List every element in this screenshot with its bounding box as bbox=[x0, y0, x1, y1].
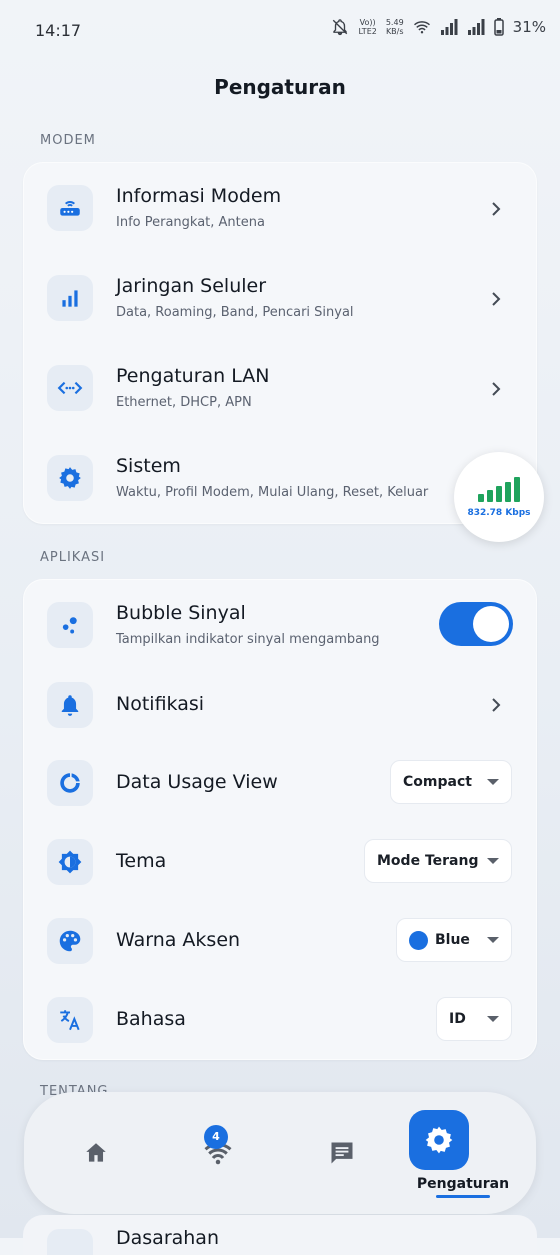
bubble-icon bbox=[47, 602, 93, 648]
section-label-modem: MODEM bbox=[40, 133, 96, 148]
settings-item-notifikasi[interactable]: Notifikasi bbox=[23, 665, 537, 745]
settings-item-informasi-modem[interactable]: Informasi Modem Info Perangkat, Antena bbox=[23, 168, 537, 248]
caret-down-icon bbox=[487, 937, 499, 943]
tema-dropdown[interactable]: Mode Terang bbox=[364, 839, 512, 883]
wifi-status-icon bbox=[413, 21, 430, 34]
settings-item-bahasa: Bahasa ID bbox=[23, 980, 537, 1060]
row-subtitle: Tampilkan indikator sinyal mengambang bbox=[116, 632, 380, 647]
lan-icon bbox=[47, 365, 93, 411]
chevron-right-icon bbox=[492, 292, 501, 306]
row-title: Data Usage View bbox=[116, 771, 278, 793]
gear-icon bbox=[425, 1126, 453, 1154]
settings-item-bubble-sinyal: Bubble Sinyal Tampilkan indikator sinyal… bbox=[23, 585, 537, 665]
row-title: Notifikasi bbox=[116, 693, 205, 715]
row-subtitle: Data, Roaming, Band, Pencari Sinyal bbox=[116, 305, 354, 320]
caret-down-icon bbox=[487, 1016, 499, 1022]
translate-icon bbox=[47, 997, 93, 1043]
page-title: Pengaturan bbox=[214, 75, 346, 99]
donut-chart-icon bbox=[47, 760, 93, 806]
wifi-badge: 4 bbox=[204, 1125, 228, 1149]
row-title: Informasi Modem bbox=[116, 185, 282, 207]
bell-icon bbox=[47, 682, 93, 728]
row-title: Bubble Sinyal bbox=[116, 602, 246, 624]
color-swatch bbox=[409, 930, 428, 950]
row-title: Tema bbox=[116, 850, 167, 872]
bahasa-dropdown[interactable]: ID bbox=[436, 997, 512, 1041]
status-icons: Vo)) LTE2 5.49 KB/s 31% bbox=[331, 18, 546, 36]
caret-down-icon bbox=[487, 858, 499, 864]
aplikasi-card: Bubble Sinyal Tampilkan indikator sinyal… bbox=[23, 579, 537, 1060]
home-icon bbox=[86, 1143, 106, 1162]
message-icon bbox=[331, 1142, 353, 1164]
dropdown-value: Compact bbox=[403, 774, 472, 790]
network-speed: 5.49 KB/s bbox=[385, 18, 404, 36]
battery-icon bbox=[493, 18, 504, 36]
row-subtitle: Info Perangkat, Antena bbox=[116, 215, 265, 230]
palette-icon bbox=[47, 918, 93, 964]
settings-item-jaringan-seluler[interactable]: Jaringan Seluler Data, Roaming, Band, Pe… bbox=[23, 258, 537, 338]
gear-icon bbox=[47, 455, 93, 501]
dropdown-value: Blue bbox=[435, 932, 470, 948]
nav-settings[interactable] bbox=[409, 1110, 469, 1170]
tentang-card-peek: Dasarahan bbox=[23, 1215, 537, 1255]
data-usage-view-dropdown[interactable]: Compact bbox=[390, 760, 512, 804]
settings-item-warna-aksen: Warna Aksen Blue bbox=[23, 901, 537, 981]
signal-strength-icon bbox=[478, 477, 520, 502]
section-label-aplikasi: APLIKASI bbox=[40, 550, 106, 565]
modem-card: Informasi Modem Info Perangkat, Antena J… bbox=[23, 162, 537, 524]
volte-indicator: Vo)) LTE2 bbox=[358, 18, 377, 36]
signal-bars-icon bbox=[47, 275, 93, 321]
status-time: 14:17 bbox=[35, 21, 82, 40]
battery-percent: 31% bbox=[512, 18, 546, 36]
bubble-sinyal-toggle[interactable] bbox=[439, 602, 513, 646]
settings-item-data-usage-view: Data Usage View Compact bbox=[23, 743, 537, 823]
floating-signal-bubble[interactable]: 832.78 Kbps bbox=[454, 452, 544, 542]
warna-aksen-dropdown[interactable]: Blue bbox=[396, 918, 512, 962]
router-icon bbox=[47, 185, 93, 231]
status-bar: 14:17 Vo)) LTE2 5.49 KB/s 31% bbox=[0, 0, 560, 60]
theme-icon bbox=[47, 839, 93, 885]
chevron-right-icon bbox=[492, 202, 501, 216]
settings-item-tema: Tema Mode Terang bbox=[23, 822, 537, 902]
settings-item-pengaturan-lan[interactable]: Pengaturan LAN Ethernet, DHCP, APN bbox=[23, 348, 537, 428]
toggle-knob bbox=[473, 606, 509, 642]
dropdown-value: Mode Terang bbox=[377, 853, 479, 869]
caret-down-icon bbox=[487, 779, 499, 785]
nav-wifi[interactable] bbox=[196, 1092, 240, 1214]
row-title: Pengaturan LAN bbox=[116, 365, 270, 387]
mute-notification-icon bbox=[333, 19, 348, 36]
bubble-speed-text: 832.78 Kbps bbox=[467, 508, 531, 518]
nav-messages[interactable] bbox=[322, 1092, 362, 1214]
info-icon bbox=[47, 1229, 93, 1255]
row-subtitle: Ethernet, DHCP, APN bbox=[116, 395, 252, 410]
row-title: Jaringan Seluler bbox=[116, 275, 267, 297]
row-title: Dasarahan bbox=[116, 1227, 219, 1249]
nav-settings-label: Pengaturan bbox=[416, 1176, 510, 1192]
chevron-right-icon bbox=[492, 382, 501, 396]
cell-signal-1-icon bbox=[440, 19, 458, 35]
row-title: Bahasa bbox=[116, 1008, 186, 1030]
nav-home[interactable] bbox=[76, 1092, 116, 1214]
cell-signal-2-icon bbox=[467, 19, 485, 35]
row-title: Sistem bbox=[116, 455, 181, 477]
active-indicator bbox=[436, 1195, 490, 1198]
dropdown-value: ID bbox=[449, 1011, 466, 1027]
row-subtitle: Waktu, Profil Modem, Mulai Ulang, Reset,… bbox=[116, 485, 429, 500]
chevron-right-icon bbox=[492, 698, 501, 712]
row-title: Warna Aksen bbox=[116, 929, 241, 951]
